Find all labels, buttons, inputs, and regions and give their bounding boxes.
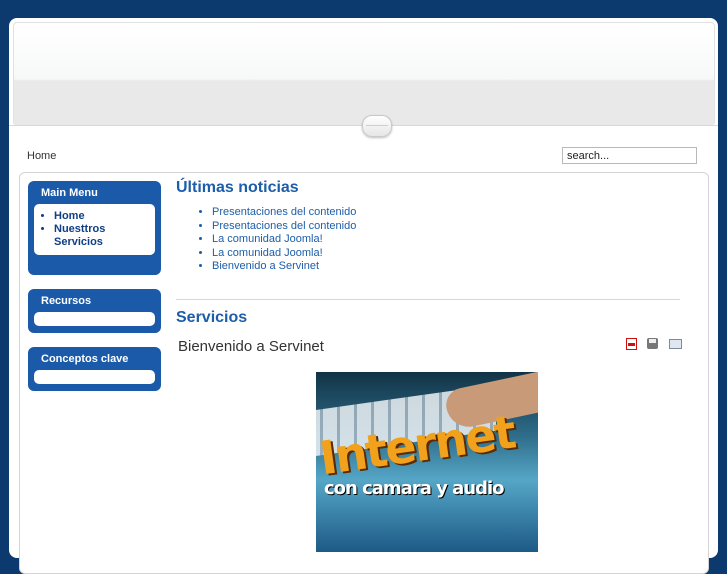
- news-item[interactable]: La comunidad Joomla!: [212, 247, 356, 261]
- menu-item-servicios[interactable]: Nuesttros Servicios: [54, 223, 149, 249]
- menu-item-home[interactable]: Home: [54, 210, 149, 223]
- latest-news-list: Presentaciones del contenido Presentacio…: [194, 206, 356, 274]
- section-heading: Servicios: [176, 309, 248, 326]
- breadcrumb[interactable]: Home: [27, 150, 56, 162]
- news-item[interactable]: Presentaciones del contenido: [212, 206, 356, 220]
- section-divider: [176, 299, 680, 300]
- latest-news-heading: Últimas noticias: [176, 179, 299, 196]
- article-title: Bienvenido a Servinet: [178, 338, 324, 355]
- content-area: Main Menu Home Nuesttros Servicios Recur…: [19, 172, 709, 574]
- site-header: [13, 22, 715, 126]
- recursos-title: Recursos: [41, 295, 92, 307]
- divider-knob: [362, 115, 392, 137]
- news-item[interactable]: Bienvenido a Servinet: [212, 260, 356, 274]
- conceptos-module: Conceptos clave: [28, 347, 161, 391]
- email-icon[interactable]: [668, 339, 682, 349]
- banner-subtitle: con camara y audio: [324, 478, 505, 499]
- article-icons: [626, 338, 688, 356]
- recursos-body: [34, 312, 155, 326]
- news-item[interactable]: La comunidad Joomla!: [212, 233, 356, 247]
- print-icon[interactable]: [647, 338, 659, 349]
- page-container: Home Main Menu Home Nuesttros Servicios …: [9, 18, 718, 574]
- search-input[interactable]: [562, 147, 697, 164]
- main-menu-module: Main Menu Home Nuesttros Servicios: [28, 181, 161, 275]
- internet-banner-image: Internet con camara y audio: [316, 372, 538, 552]
- pdf-icon[interactable]: [626, 338, 637, 350]
- conceptos-body: [34, 370, 155, 384]
- main-menu-body: Home Nuesttros Servicios: [34, 204, 155, 255]
- conceptos-title: Conceptos clave: [41, 353, 129, 365]
- main-menu-title: Main Menu: [41, 187, 98, 199]
- news-item[interactable]: Presentaciones del contenido: [212, 220, 356, 234]
- recursos-module: Recursos: [28, 289, 161, 333]
